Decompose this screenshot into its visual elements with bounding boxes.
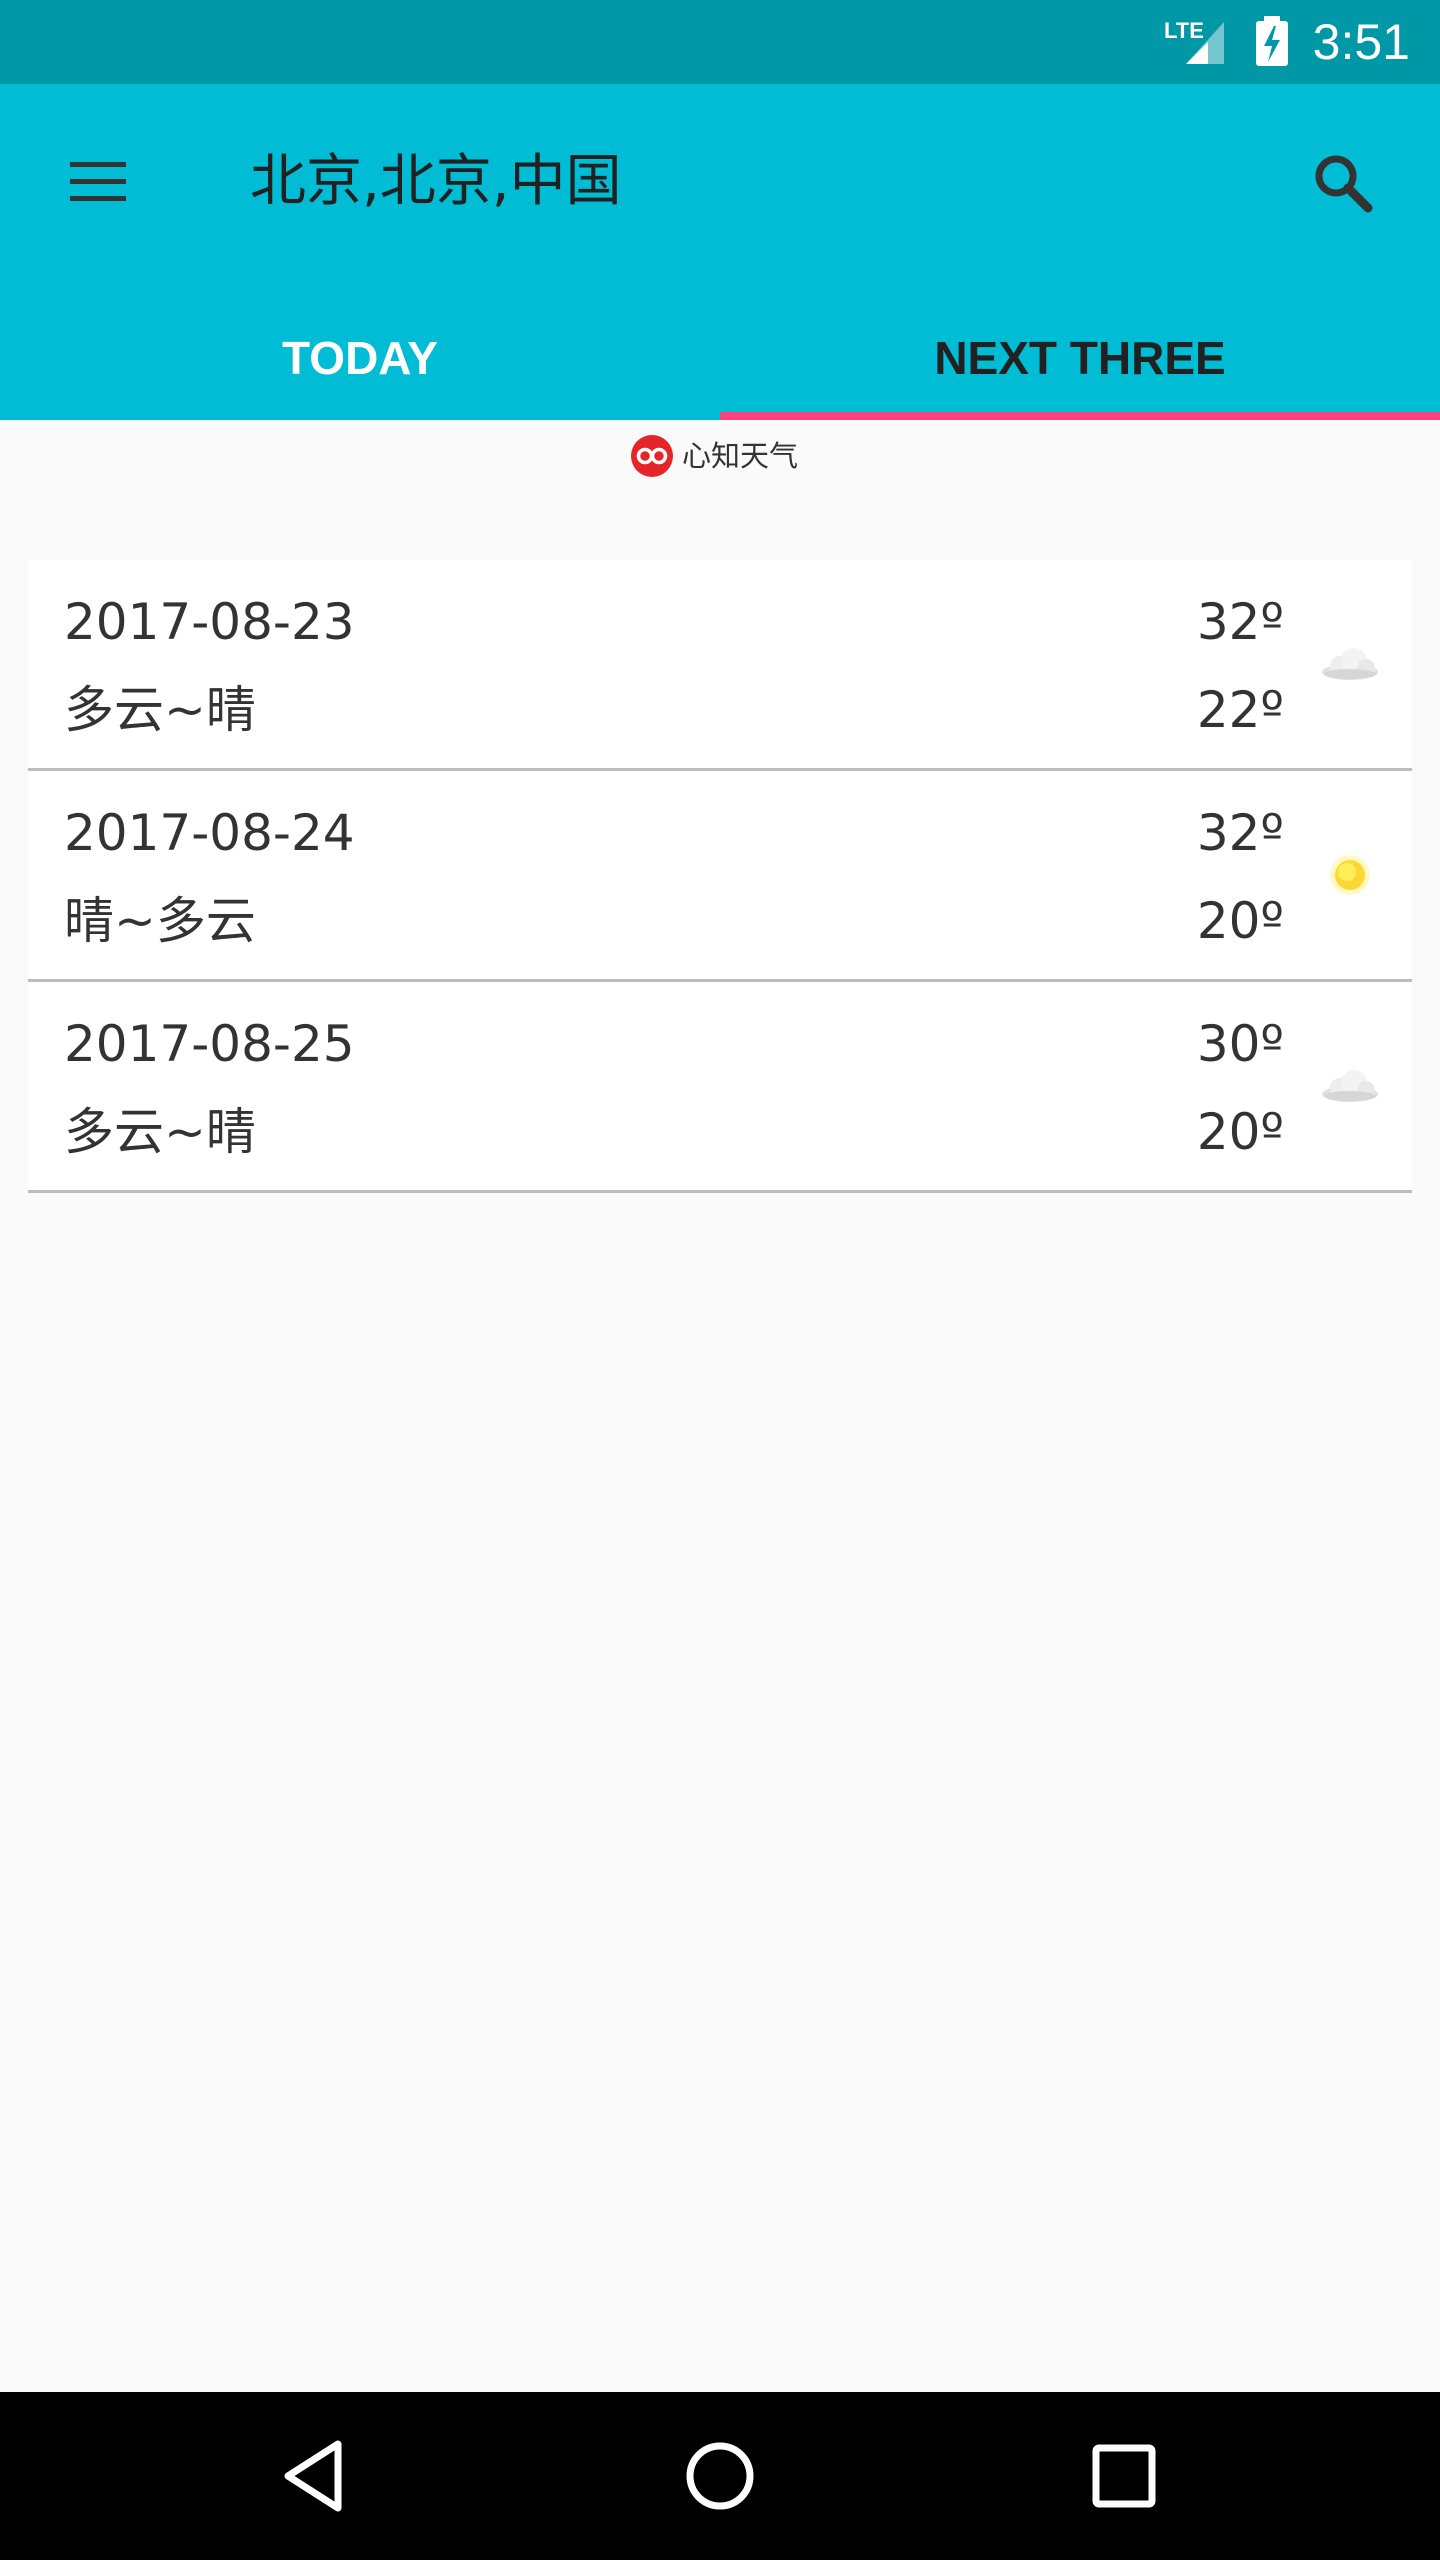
cloud-icon: [1318, 1054, 1382, 1118]
forecast-list: 2017-08-23 多云~晴 32º 22º 2017-08-24 晴~多云 …: [28, 560, 1412, 1193]
recents-square-icon: [1092, 2444, 1156, 2508]
nav-back-button[interactable]: [266, 2426, 366, 2526]
provider-name: 心知天气: [682, 439, 799, 473]
forecast-high-temp: 32º: [1196, 804, 1284, 862]
tab-next-three[interactable]: NEXT THREE: [720, 308, 1440, 420]
tab-indicator: [720, 412, 1440, 420]
seniverse-logo-icon: [630, 434, 674, 478]
app-bar: 北京,北京,中国 TODAY NEXT THREE: [0, 84, 1440, 420]
provider-attribution: 心知天气: [630, 432, 798, 480]
forecast-description: 多云~晴: [64, 1103, 256, 1161]
forecast-high-temp: 30º: [1196, 1015, 1284, 1073]
forecast-date: 2017-08-25: [64, 1015, 355, 1073]
navigation-bar: [0, 2392, 1440, 2560]
nav-home-button[interactable]: [670, 2426, 770, 2526]
network-label: LTE: [1164, 18, 1204, 43]
forecast-row[interactable]: 2017-08-23 多云~晴 32º 22º: [28, 560, 1412, 771]
city-title: 北京,北京,中国: [250, 149, 622, 214]
forecast-date: 2017-08-23: [64, 593, 355, 651]
forecast-description: 晴~多云: [64, 892, 256, 950]
forecast-date: 2017-08-24: [64, 804, 355, 862]
sun-icon: [1318, 843, 1382, 907]
menu-button[interactable]: [56, 140, 140, 224]
battery-charging-icon: [1252, 14, 1292, 68]
forecast-description: 多云~晴: [64, 681, 256, 739]
search-icon: [1315, 155, 1373, 213]
signal-lte-icon: LTE: [1162, 14, 1226, 68]
search-button[interactable]: [1300, 140, 1384, 224]
forecast-low-temp: 20º: [1196, 892, 1284, 950]
forecast-row[interactable]: 2017-08-25 多云~晴 30º 20º: [28, 982, 1412, 1193]
forecast-low-temp: 20º: [1196, 1103, 1284, 1161]
nav-recents-button[interactable]: [1074, 2426, 1174, 2526]
status-bar: LTE 3:51: [0, 0, 1440, 84]
forecast-row[interactable]: 2017-08-24 晴~多云 32º 20º: [28, 771, 1412, 982]
cloud-icon: [1318, 632, 1382, 696]
forecast-high-temp: 32º: [1196, 593, 1284, 651]
menu-icon: [70, 162, 126, 201]
status-clock: 3:51: [1312, 14, 1410, 70]
forecast-low-temp: 22º: [1196, 681, 1284, 739]
tab-today[interactable]: TODAY: [0, 308, 720, 420]
home-circle-icon: [686, 2442, 754, 2510]
tab-bar: TODAY NEXT THREE: [0, 308, 1440, 420]
back-triangle-icon: [284, 2440, 342, 2512]
